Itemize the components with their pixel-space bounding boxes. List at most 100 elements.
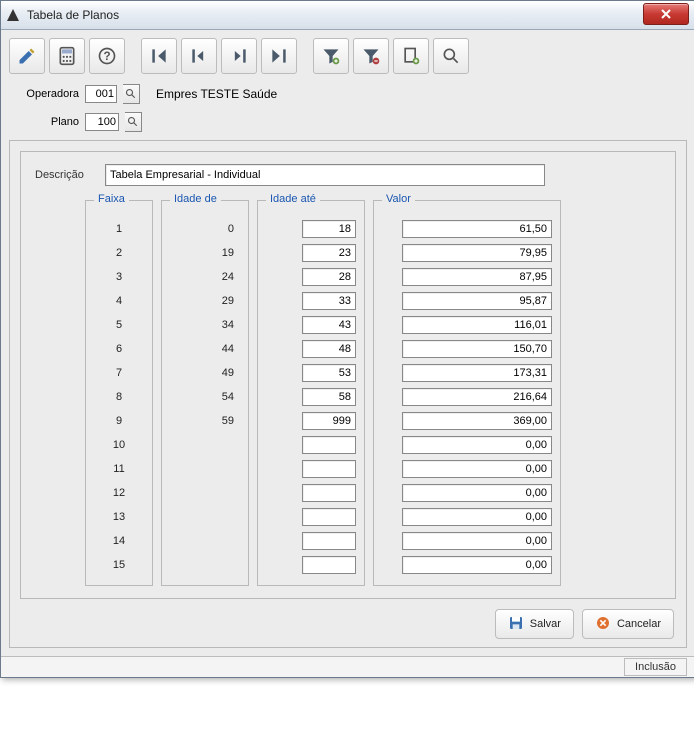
faixa-number: 7 <box>94 361 144 385</box>
toolbar: ? <box>9 38 687 74</box>
idade-de-header: Idade de <box>170 193 221 205</box>
toolbar-prev-button[interactable] <box>181 38 217 74</box>
window-close-button[interactable] <box>643 3 689 25</box>
toolbar-filter-remove-button[interactable] <box>353 38 389 74</box>
toolbar-edit-button[interactable] <box>9 38 45 74</box>
col-idade-de: Idade de 01924293444495459 <box>161 200 249 586</box>
salvar-button[interactable]: Salvar <box>495 609 574 639</box>
valor-input[interactable] <box>402 244 552 262</box>
faixa-number: 1 <box>94 217 144 241</box>
toolbar-filter-add-button[interactable] <box>313 38 349 74</box>
faixa-number: 15 <box>94 553 144 577</box>
idade-de-value <box>170 529 240 553</box>
toolbar-new-record-button[interactable] <box>393 38 429 74</box>
idade-ate-input[interactable] <box>302 460 356 478</box>
main-panel: Descrição Faixa 123456789101112131415 Id… <box>9 140 687 648</box>
idade-de-value <box>170 433 240 457</box>
faixa-number: 2 <box>94 241 144 265</box>
idade-ate-input[interactable] <box>302 532 356 550</box>
idade-ate-input[interactable] <box>302 316 356 334</box>
plano-label: Plano <box>9 116 79 128</box>
faixa-number: 6 <box>94 337 144 361</box>
idade-de-value <box>170 457 240 481</box>
idade-de-value: 29 <box>170 289 240 313</box>
idade-de-value: 0 <box>170 217 240 241</box>
col-idade-ate: Idade até <box>257 200 365 586</box>
titlebar[interactable]: Tabela de Planos <box>1 1 694 30</box>
idade-de-value <box>170 553 240 577</box>
idade-ate-input[interactable] <box>302 556 356 574</box>
valor-input[interactable] <box>402 412 552 430</box>
idade-ate-input[interactable] <box>302 508 356 526</box>
toolbar-last-button[interactable] <box>261 38 297 74</box>
idade-ate-input[interactable] <box>302 484 356 502</box>
salvar-label: Salvar <box>530 618 561 630</box>
idade-ate-input[interactable] <box>302 388 356 406</box>
save-icon <box>508 615 524 634</box>
cancelar-label: Cancelar <box>617 618 661 630</box>
faixa-number: 10 <box>94 433 144 457</box>
descricao-input[interactable] <box>105 164 545 186</box>
faixa-number: 9 <box>94 409 144 433</box>
faixa-number: 8 <box>94 385 144 409</box>
app-icon <box>5 7 21 23</box>
valor-input[interactable] <box>402 316 552 334</box>
idade-de-value: 34 <box>170 313 240 337</box>
faixa-number: 11 <box>94 457 144 481</box>
valor-input[interactable] <box>402 268 552 286</box>
idade-ate-header: Idade até <box>266 193 320 205</box>
operadora-name: Empres TESTE Saúde <box>156 87 277 101</box>
toolbar-search-button[interactable] <box>433 38 469 74</box>
statusbar: Inclusão <box>1 656 694 677</box>
cancelar-button[interactable]: Cancelar <box>582 609 674 639</box>
idade-ate-input[interactable] <box>302 220 356 238</box>
idade-ate-input[interactable] <box>302 364 356 382</box>
idade-ate-input[interactable] <box>302 292 356 310</box>
status-text: Inclusão <box>624 658 687 676</box>
toolbar-next-button[interactable] <box>221 38 257 74</box>
valor-input[interactable] <box>402 340 552 358</box>
idade-ate-input[interactable] <box>302 340 356 358</box>
operadora-input[interactable] <box>85 85 117 103</box>
idade-de-value: 24 <box>170 265 240 289</box>
toolbar-first-button[interactable] <box>141 38 177 74</box>
valor-input[interactable] <box>402 436 552 454</box>
valor-input[interactable] <box>402 460 552 478</box>
idade-de-value: 59 <box>170 409 240 433</box>
idade-de-value <box>170 505 240 529</box>
valor-input[interactable] <box>402 556 552 574</box>
faixa-number: 13 <box>94 505 144 529</box>
faixa-header: Faixa <box>94 193 129 205</box>
valor-input[interactable] <box>402 364 552 382</box>
valor-input[interactable] <box>402 292 552 310</box>
plano-input[interactable] <box>85 113 119 131</box>
svg-text:?: ? <box>103 50 110 63</box>
col-faixa: Faixa 123456789101112131415 <box>85 200 153 586</box>
faixa-number: 3 <box>94 265 144 289</box>
toolbar-calculator-button[interactable] <box>49 38 85 74</box>
cancel-icon <box>595 615 611 634</box>
valor-input[interactable] <box>402 388 552 406</box>
plano-lookup-button[interactable] <box>125 112 142 132</box>
idade-de-value: 44 <box>170 337 240 361</box>
faixa-number: 14 <box>94 529 144 553</box>
faixa-grid: Faixa 123456789101112131415 Idade de 019… <box>85 200 661 586</box>
idade-ate-input[interactable] <box>302 268 356 286</box>
window: Tabela de Planos ? Operadora Empres TEST… <box>0 0 694 678</box>
toolbar-help-button[interactable]: ? <box>89 38 125 74</box>
faixa-number: 4 <box>94 289 144 313</box>
valor-header: Valor <box>382 193 415 205</box>
idade-de-value <box>170 481 240 505</box>
faixa-number: 12 <box>94 481 144 505</box>
idade-ate-input[interactable] <box>302 436 356 454</box>
idade-ate-input[interactable] <box>302 244 356 262</box>
idade-de-value: 49 <box>170 361 240 385</box>
valor-input[interactable] <box>402 220 552 238</box>
operadora-label: Operadora <box>9 88 79 100</box>
idade-ate-input[interactable] <box>302 412 356 430</box>
valor-input[interactable] <box>402 532 552 550</box>
descricao-label: Descrição <box>35 169 95 181</box>
operadora-lookup-button[interactable] <box>123 84 140 104</box>
valor-input[interactable] <box>402 508 552 526</box>
valor-input[interactable] <box>402 484 552 502</box>
